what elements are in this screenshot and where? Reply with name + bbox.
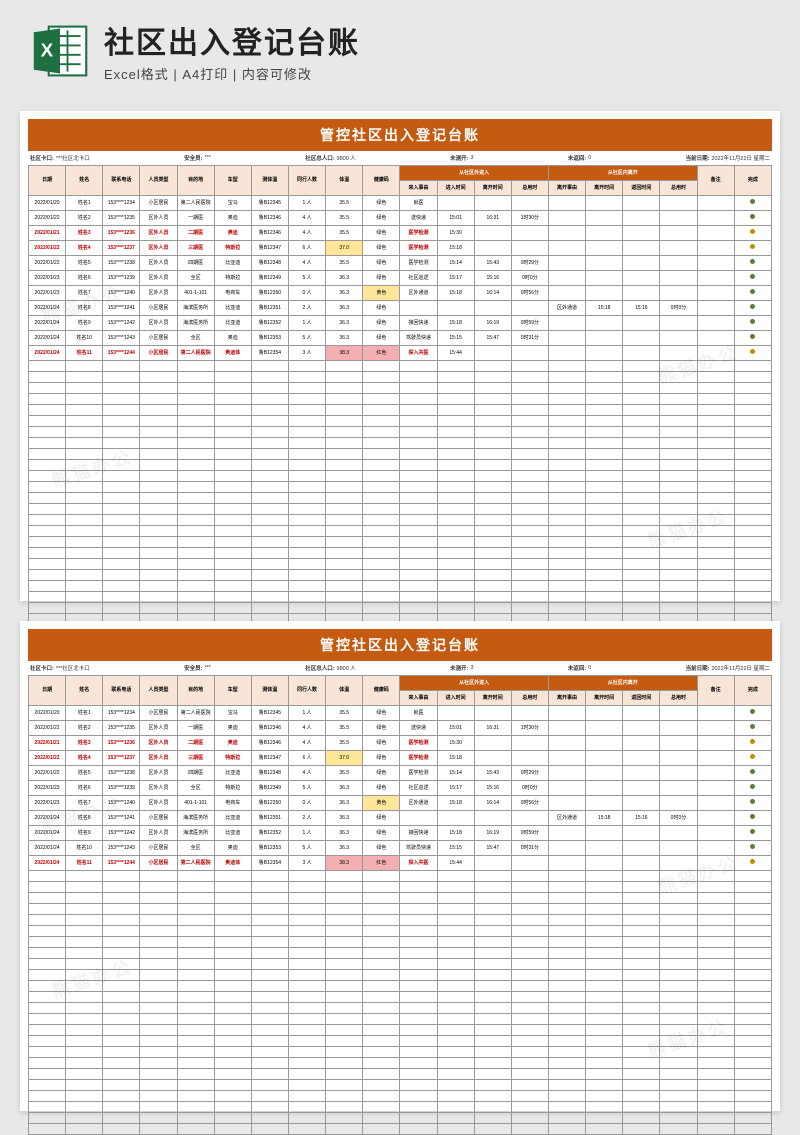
table-row xyxy=(29,1091,772,1102)
table-row xyxy=(29,372,772,383)
table-row xyxy=(29,1025,772,1036)
table-row xyxy=(29,493,772,504)
table-row xyxy=(29,904,772,915)
table-row xyxy=(29,394,772,405)
table-row: 2022/01/22姓名2153****1235区外人员一期医奥迪鲁B12346… xyxy=(29,211,772,226)
table-row: 2022/01/23姓名6153****1239区外人员全区特斯拉鲁B12349… xyxy=(29,271,772,286)
table-row xyxy=(29,1014,772,1025)
table-row xyxy=(29,893,772,904)
table-row: 2022/01/24姓名9153****1242区外人员海滨医务所比亚迪鲁B12… xyxy=(29,316,772,331)
header-subtitle: Excel格式 | A4打印 | 内容可修改 xyxy=(104,64,770,83)
table-row xyxy=(29,603,772,614)
table-row xyxy=(29,871,772,882)
info-row: 社区卡口:***社区北卡口安全员:***社区总人口:9800 人未测开:3未返回… xyxy=(28,661,772,675)
table-row: 2022/01/23姓名6153****1239区外人员全区特斯拉鲁B12349… xyxy=(29,781,772,796)
table-row: 2022/01/21姓名3153****1236区外人员二期医奥迪鲁B12346… xyxy=(29,736,772,751)
table-row xyxy=(29,1047,772,1058)
table-row: 2022/01/24姓名10153****1243小区居民全区奥迪鲁B12353… xyxy=(29,841,772,856)
table-row xyxy=(29,515,772,526)
table-row xyxy=(29,1036,772,1047)
table-row: 2022/01/24姓名8153****1241小区居民海滨医务所比亚迪鲁B12… xyxy=(29,301,772,316)
table-row xyxy=(29,992,772,1003)
table-row xyxy=(29,449,772,460)
table-row: 2022/01/24姓名11153****1244小区居民第二人民医院奥迪体鲁B… xyxy=(29,346,772,361)
table-row: 2022/01/22姓名5153****1238区外人员四期医比亚迪鲁B1234… xyxy=(29,766,772,781)
table-row xyxy=(29,970,772,981)
table-row: 2022/01/22姓名4153****1237区外人员三期医特斯拉鲁B1234… xyxy=(29,751,772,766)
sheet-title: 管控社区出入登记台账 xyxy=(28,119,772,151)
table-row xyxy=(29,526,772,537)
table-row xyxy=(29,383,772,394)
table-row: 2022/01/22姓名4153****1237区外人员三期医特斯拉鲁B1234… xyxy=(29,241,772,256)
svg-text:X: X xyxy=(41,39,54,60)
table-row: 2022/01/24姓名8153****1241小区居民海滨医务所比亚迪鲁B12… xyxy=(29,811,772,826)
table-row xyxy=(29,926,772,937)
table-row xyxy=(29,559,772,570)
table-row xyxy=(29,504,772,515)
table-row xyxy=(29,959,772,970)
table-row xyxy=(29,548,772,559)
table-row xyxy=(29,1058,772,1069)
table-row: 2022/01/20姓名1153****1234小区居民第二人民医院宝马鲁B12… xyxy=(29,196,772,211)
sheet-preview-2: 管控社区出入登记台账社区卡口:***社区北卡口安全员:***社区总人口:9800… xyxy=(20,621,780,1111)
table-row: 2022/01/20姓名1153****1234小区居民第二人民医院宝马鲁B12… xyxy=(29,706,772,721)
table-row xyxy=(29,1124,772,1135)
table-row xyxy=(29,915,772,926)
table-row xyxy=(29,981,772,992)
table-row xyxy=(29,882,772,893)
table-row xyxy=(29,405,772,416)
table-row xyxy=(29,361,772,372)
table-row xyxy=(29,1102,772,1113)
table-row xyxy=(29,1113,772,1124)
table-row xyxy=(29,570,772,581)
table-row: 2022/01/23姓名7153****1240区外人员401-1-101电商车… xyxy=(29,796,772,811)
table-row xyxy=(29,937,772,948)
table-row: 2022/01/22姓名2153****1235区外人员一期医奥迪鲁B12346… xyxy=(29,721,772,736)
table-row xyxy=(29,1069,772,1080)
sheet-title: 管控社区出入登记台账 xyxy=(28,629,772,661)
ledger-table: 日期姓名联系电话人员类型目的地车型测体温同行人数体温健康码从社区外进入从社区内离… xyxy=(28,675,772,1135)
table-row xyxy=(29,471,772,482)
excel-icon: X xyxy=(30,21,90,81)
table-row: 2022/01/21姓名3153****1236区外人员二期医奥迪鲁B12346… xyxy=(29,226,772,241)
table-row xyxy=(29,592,772,603)
header-title: 社区出入登记台账 xyxy=(104,18,770,62)
page-header: X 社区出入登记台账 Excel格式 | A4打印 | 内容可修改 xyxy=(0,0,800,101)
info-row: 社区卡口:***社区北卡口安全员:***社区总人口:9800 人未测开:3未返回… xyxy=(28,151,772,165)
table-row xyxy=(29,581,772,592)
table-row xyxy=(29,537,772,548)
table-row xyxy=(29,416,772,427)
table-row: 2022/01/23姓名7153****1240区外人员401-1-101电商车… xyxy=(29,286,772,301)
table-row xyxy=(29,438,772,449)
table-row xyxy=(29,1003,772,1014)
table-row xyxy=(29,948,772,959)
table-row xyxy=(29,482,772,493)
pages-container: 管控社区出入登记台账社区卡口:***社区北卡口安全员:***社区总人口:9800… xyxy=(0,101,800,1121)
table-row: 2022/01/24姓名10153****1243小区居民全区奥迪鲁B12353… xyxy=(29,331,772,346)
table-row xyxy=(29,460,772,471)
ledger-table: 日期姓名联系电话人员类型目的地车型测体温同行人数体温健康码从社区外进入从社区内离… xyxy=(28,165,772,625)
table-row xyxy=(29,1080,772,1091)
table-row: 2022/01/22姓名5153****1238区外人员四期医比亚迪鲁B1234… xyxy=(29,256,772,271)
sheet-preview-1: 管控社区出入登记台账社区卡口:***社区北卡口安全员:***社区总人口:9800… xyxy=(20,111,780,601)
table-row xyxy=(29,427,772,438)
table-row: 2022/01/24姓名11153****1244小区居民第二人民医院奥迪体鲁B… xyxy=(29,856,772,871)
table-row: 2022/01/24姓名9153****1242区外人员海滨医务所比亚迪鲁B12… xyxy=(29,826,772,841)
